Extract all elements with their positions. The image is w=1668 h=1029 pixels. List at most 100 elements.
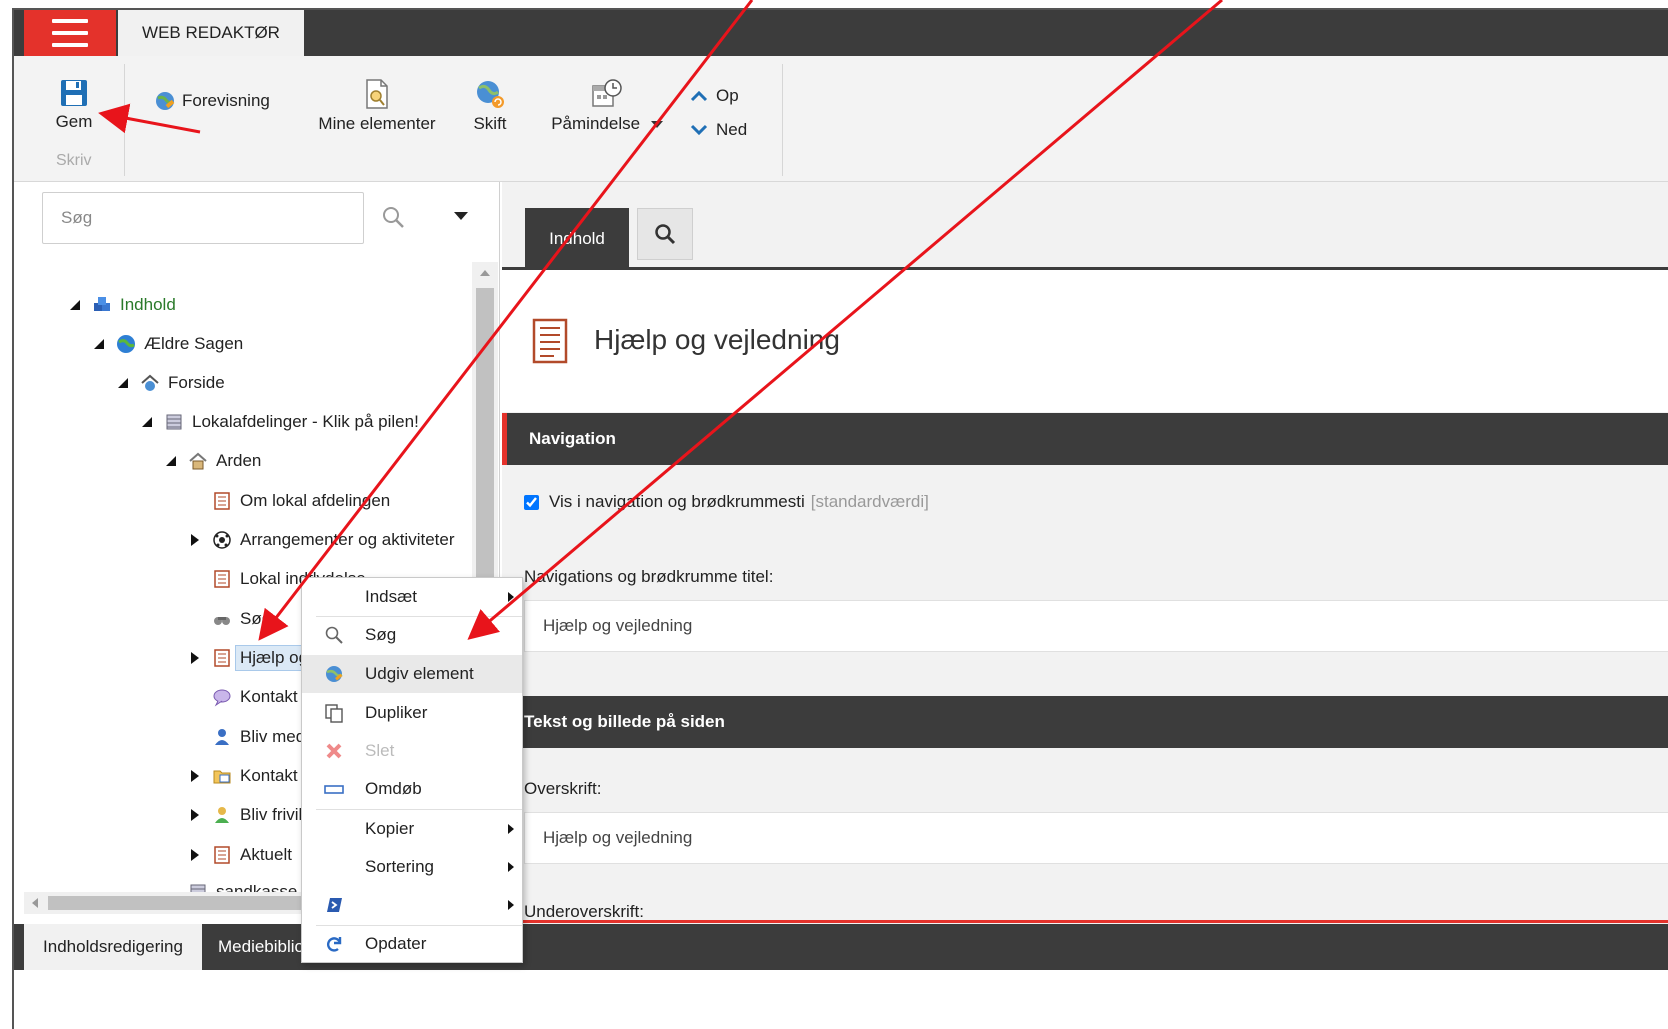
- tree-node-arden[interactable]: Arden: [164, 446, 261, 476]
- document-icon: [532, 318, 568, 364]
- floppy-disk-icon: [61, 80, 87, 106]
- tree-node-kontakt-folder[interactable]: Kontakt: [188, 761, 298, 791]
- page-title: Hjælp og vejledning: [594, 324, 840, 355]
- tab-search[interactable]: [637, 208, 693, 260]
- menu-item-search[interactable]: Søg: [302, 616, 522, 654]
- submenu-arrow-icon: [508, 900, 514, 910]
- menu-button[interactable]: [24, 10, 116, 56]
- scroll-up-arrow-icon[interactable]: [480, 270, 490, 276]
- menu-label: Opdater: [365, 934, 427, 953]
- expand-toggle[interactable]: [188, 808, 202, 822]
- collapse-toggle[interactable]: [116, 376, 130, 390]
- menu-item-rename[interactable]: Omdøb: [302, 770, 522, 808]
- my-items-label: Mine elementer: [318, 114, 436, 133]
- refresh-icon: [326, 937, 342, 952]
- tab-content-editing[interactable]: Indholdsredigering: [24, 924, 202, 970]
- menu-item-delete[interactable]: Slet: [302, 732, 522, 770]
- move-down-button[interactable]: Ned: [690, 120, 747, 140]
- section-text-image[interactable]: Tekst og billede på siden: [502, 696, 1668, 748]
- menu-item-publish[interactable]: Udgiv element: [302, 655, 522, 693]
- bottom-tab-bar: Indholdsredigering Mediebibliotek: [14, 924, 1668, 970]
- powershell-icon: [327, 898, 342, 912]
- document-search-icon: [366, 79, 388, 109]
- collapse-toggle[interactable]: [140, 415, 154, 429]
- show-in-navigation-checkbox[interactable]: [524, 494, 539, 510]
- nav-title-label: Navigations og brødkrumme titel:: [524, 567, 774, 586]
- context-menu: Indsæt Søg Udgiv element Dupliker Slet O…: [301, 577, 523, 963]
- chevron-up-icon: [690, 90, 708, 102]
- menu-item-refresh[interactable]: Opdater: [302, 925, 522, 963]
- tree-node-om-lokal[interactable]: Om lokal afdelingen: [212, 486, 390, 516]
- collapse-toggle[interactable]: [68, 298, 82, 312]
- tree-node-label: Arden: [216, 451, 262, 470]
- tree-node-sandkasse[interactable]: sandkasse: [164, 877, 297, 892]
- expand-toggle[interactable]: [188, 651, 202, 665]
- tab-indhold[interactable]: Indhold: [525, 208, 629, 270]
- save-button[interactable]: Gem: [44, 78, 104, 132]
- collapse-toggle[interactable]: [164, 454, 178, 468]
- status-strip: [14, 970, 1668, 1029]
- app-title: WEB REDAKTØR: [142, 23, 280, 42]
- tree-node-lokalafdelinger[interactable]: Lokalafdelinger - Klik på pilen!: [140, 407, 419, 437]
- search-options-dropdown[interactable]: [454, 212, 468, 220]
- calendar-clock-icon: [592, 79, 622, 107]
- switch-button[interactable]: Skift: [464, 78, 516, 134]
- submenu-arrow-icon: [508, 824, 514, 834]
- database-icon: [166, 414, 182, 430]
- menu-item-duplicate[interactable]: Dupliker: [302, 694, 522, 732]
- globe-switch-icon: [477, 81, 504, 108]
- tree-node-soeg[interactable]: Søg: [212, 604, 271, 634]
- my-items-button[interactable]: Mine elementer: [312, 78, 442, 134]
- scroll-left-arrow-icon[interactable]: [32, 898, 38, 908]
- menu-item-copy[interactable]: Kopier: [302, 810, 522, 848]
- tree-node-label: Ældre Sagen: [144, 334, 244, 353]
- app-title-tab[interactable]: WEB REDAKTØR: [118, 10, 304, 56]
- section-navigation[interactable]: Navigation: [502, 413, 1668, 465]
- scrollbar-thumb[interactable]: [48, 896, 308, 910]
- reminder-button[interactable]: Påmindelse: [544, 78, 670, 134]
- folder-window-icon: [213, 770, 231, 784]
- tree-node-label: Arrangementer og aktiviteter: [240, 530, 455, 549]
- show-in-navigation-row[interactable]: Vis i navigation og brødkrummesti [stand…: [524, 492, 929, 512]
- menu-label: Kopier: [365, 819, 415, 838]
- menu-item-insert[interactable]: Indsæt: [302, 578, 522, 616]
- tree-node-kontakt[interactable]: Kontakt: [212, 682, 298, 712]
- ribbon-toolbar: Gem Forevisning Mine elementer Skift Påm…: [14, 56, 1668, 182]
- nav-title-input[interactable]: Hjælp og vejledning: [524, 600, 1668, 652]
- binoculars-icon: [214, 617, 230, 625]
- tree-node-aeldre-sagen[interactable]: Ældre Sagen: [92, 329, 243, 359]
- home-globe-icon: [141, 374, 159, 391]
- document-icon: [214, 570, 230, 588]
- tree-node-forside[interactable]: Forside: [116, 368, 225, 398]
- editor-bottom-border: [502, 920, 1668, 923]
- collapse-toggle[interactable]: [92, 337, 106, 351]
- tree-node-bliv-frivillig[interactable]: Bliv frivillig: [188, 800, 319, 830]
- search-icon: [655, 224, 676, 245]
- section-title: Tekst og billede på siden: [524, 712, 725, 731]
- editor-panel: Indhold Hjælp og vejledning Navigation V…: [502, 182, 1668, 924]
- tree-node-aktuelt[interactable]: Aktuelt: [188, 840, 292, 870]
- search-icon[interactable]: [380, 204, 408, 232]
- expand-toggle[interactable]: [188, 533, 202, 547]
- menu-item-sort[interactable]: Sortering: [302, 848, 522, 886]
- document-icon: [214, 492, 230, 510]
- field-value: Hjælp og vejledning: [543, 616, 693, 635]
- tree-node-arrangementer[interactable]: Arrangementer og aktiviteter: [188, 525, 455, 555]
- tree-search-input[interactable]: [42, 192, 364, 244]
- tab-label: Indholdsredigering: [43, 937, 183, 956]
- expand-toggle[interactable]: [188, 769, 202, 783]
- tree-node-label: Kontakt: [240, 687, 298, 706]
- tree-node-indhold[interactable]: Indhold: [68, 290, 176, 320]
- user-icon: [215, 729, 229, 745]
- tree-node-label: Om lokal afdelingen: [240, 491, 391, 510]
- search-icon: [325, 626, 343, 644]
- move-up-button[interactable]: Op: [690, 86, 739, 106]
- menu-item-scripts[interactable]: [302, 886, 522, 924]
- ribbon-group-label: Skriv: [56, 152, 92, 169]
- preview-button[interactable]: Forevisning: [154, 90, 270, 112]
- expand-toggle[interactable]: [188, 848, 202, 862]
- heading-input[interactable]: Hjælp og vejledning: [524, 812, 1668, 864]
- move-down-label: Ned: [716, 120, 748, 139]
- menu-label: Søg: [365, 625, 397, 644]
- submenu-arrow-icon: [508, 592, 514, 602]
